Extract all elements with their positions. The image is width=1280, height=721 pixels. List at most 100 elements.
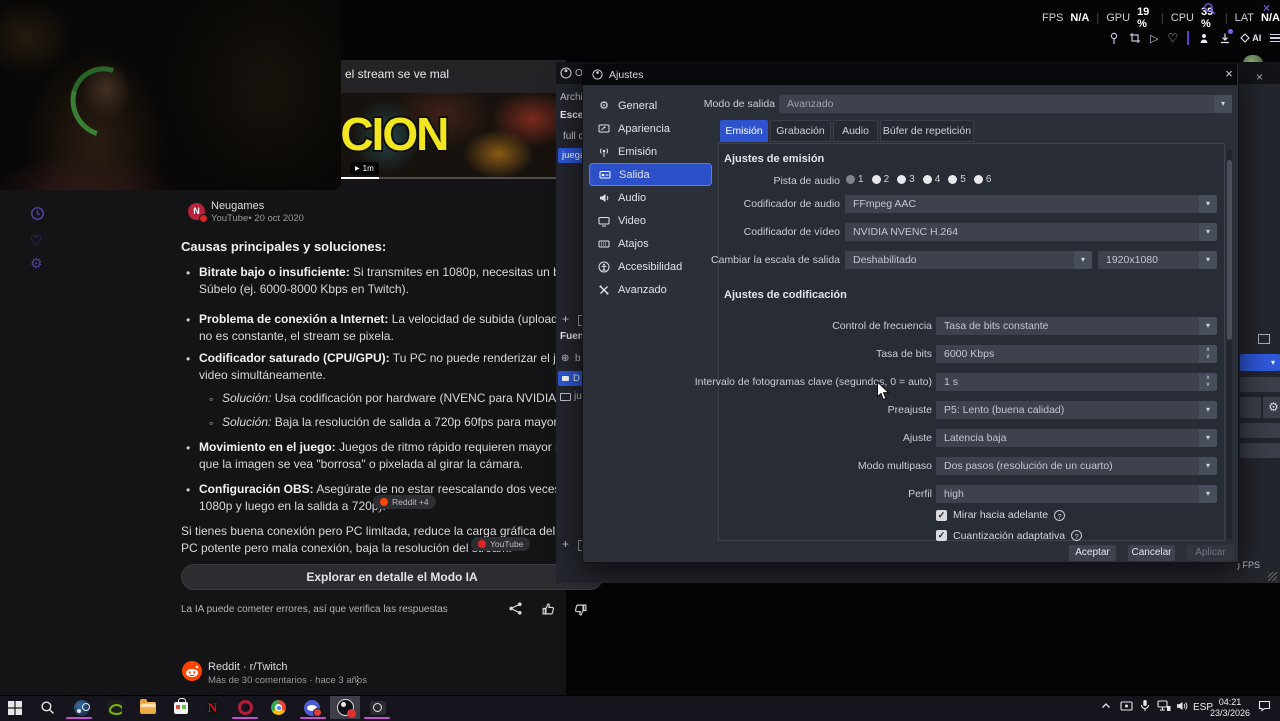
tray-network-icon[interactable]	[1157, 700, 1171, 712]
gx-close-icon[interactable]: ×	[1263, 1, 1270, 15]
taskbar-opera-gx-icon[interactable]	[237, 699, 254, 716]
settings-dialog-titlebar[interactable]: Ajustes	[582, 64, 1237, 85]
obs-exit-button[interactable]	[1240, 443, 1280, 458]
profile-select[interactable]: high ▾	[936, 485, 1217, 503]
tray-clock[interactable]: 04:21 23/3/2026	[1205, 697, 1255, 719]
multipass-select[interactable]: Dos pasos (resolución de un cuarto) ▾	[936, 457, 1217, 475]
pin-icon[interactable]	[1108, 32, 1120, 45]
taskbar-netflix-icon[interactable]: N	[204, 699, 221, 716]
lookahead-checkbox-row[interactable]: ✓ Mirar hacia adelante ?	[936, 509, 1066, 521]
nav-item-avanzado[interactable]: Avanzado	[589, 278, 712, 301]
gx-search-icon[interactable]	[1203, 2, 1216, 15]
keyframe-label: Intervalo de fotogramas clave (segundos,…	[694, 376, 932, 388]
obs-close-icon[interactable]: ×	[1256, 70, 1263, 84]
start-button[interactable]	[6, 699, 23, 716]
thumbs-up-icon[interactable]	[541, 601, 556, 616]
source-name[interactable]: Neugames	[211, 200, 411, 212]
dialog-scrollbar-thumb[interactable]	[1227, 160, 1232, 340]
favorites-heart-icon[interactable]: ♡	[30, 232, 43, 249]
cancel-button[interactable]: Cancelar	[1128, 545, 1175, 561]
audio-encoder-select[interactable]: FFmpeg AAC ▾	[845, 195, 1217, 213]
taskbar-chrome-icon[interactable]	[270, 699, 287, 716]
checkbox-checked-icon[interactable]: ✓	[936, 530, 947, 541]
radio-track-3[interactable]	[897, 175, 907, 184]
obs-dock-icon[interactable]	[1258, 334, 1270, 344]
rescale-select[interactable]: Deshabilitado ▾	[845, 251, 1092, 269]
preset-select[interactable]: P5: Lento (buena calidad) ▾	[936, 401, 1217, 419]
menu-icon[interactable]	[1270, 32, 1280, 45]
obs-studio-mode-button[interactable]	[1240, 397, 1261, 418]
settings-gear-icon[interactable]: ⚙	[30, 255, 43, 272]
source-avatar[interactable]: N	[188, 203, 208, 223]
video-progress-bar	[341, 177, 379, 179]
rescale-resolution-select[interactable]: 1920x1080 ▾	[1098, 251, 1217, 269]
share-icon[interactable]	[508, 601, 523, 616]
heart-icon[interactable]: ♡	[1167, 31, 1178, 45]
taskbar-obs-icon[interactable]	[337, 699, 356, 718]
tray-volume-icon[interactable]	[1176, 700, 1189, 712]
kebab-menu-icon[interactable]: ⋮	[352, 674, 363, 687]
tray-notifications-icon[interactable]	[1258, 700, 1271, 712]
capture-frame-icon[interactable]	[1129, 32, 1141, 44]
radio-track-5[interactable]	[948, 175, 958, 184]
tray-chevron-up-icon[interactable]	[1100, 700, 1112, 712]
video-thumbnail[interactable]: LUCION ▶ 1m	[341, 93, 566, 180]
spin-down-icon[interactable]: ∨	[1206, 382, 1210, 389]
tray-microphone-icon[interactable]	[1139, 699, 1151, 712]
history-clock-icon[interactable]	[30, 206, 45, 221]
reddit-result-title[interactable]: Reddit · r/Twitch	[208, 661, 378, 673]
reddit-citation-badge[interactable]: Reddit +4	[373, 495, 436, 509]
obs-start-streaming-button[interactable]: ▾	[1240, 354, 1280, 371]
profile-person-icon[interactable]	[1198, 32, 1210, 44]
obs-settings-gear-button[interactable]: ⚙	[1263, 397, 1280, 418]
accept-button[interactable]: Aceptar	[1069, 545, 1116, 561]
camera-icon	[562, 376, 569, 381]
dialog-scrollbar-track[interactable]	[1227, 150, 1232, 540]
taskbar-steam-icon[interactable]	[73, 699, 90, 716]
adaptive-quant-checkbox-row[interactable]: ✓ Cuantización adaptativa ?	[936, 530, 1083, 541]
radio-track-2[interactable]	[871, 175, 881, 184]
spin-up-icon[interactable]: ∧	[1206, 347, 1210, 354]
obs-add-source-button[interactable]: +	[562, 537, 569, 551]
rate-control-select[interactable]: Tasa de bits constante ▾	[936, 317, 1217, 335]
keyframe-spinner[interactable]: 1 s ∧ ∨	[936, 373, 1217, 391]
reddit-logo[interactable]	[182, 661, 202, 681]
obs-start-recording-button[interactable]	[1240, 377, 1280, 392]
spin-up-icon[interactable]: ∧	[1206, 375, 1210, 382]
thumbs-down-icon[interactable]	[573, 603, 588, 618]
tab-grabacion[interactable]: Grabación	[770, 120, 831, 142]
dialog-close-icon[interactable]: ×	[1222, 66, 1236, 82]
taskbar-nvidia-icon[interactable]	[106, 699, 123, 716]
nav-item-apariencia[interactable]: Apariencia	[589, 117, 712, 140]
tab-emision[interactable]: Emisión	[720, 120, 768, 142]
youtube-citation-badge[interactable]: YouTube	[471, 537, 531, 551]
taskbar-search-icon[interactable]	[39, 699, 56, 716]
radio-track-1[interactable]	[846, 175, 855, 184]
tuning-select[interactable]: Latencia baja ▾	[936, 429, 1217, 447]
play-icon[interactable]: ▷	[1150, 32, 1158, 45]
tab-audio[interactable]: Audio	[833, 120, 878, 142]
gx-ai-icon[interactable]: AI	[1240, 33, 1261, 43]
obs-settings-button[interactable]	[1240, 423, 1280, 438]
rate-control-label: Control de frecuencia	[832, 320, 932, 332]
nav-item-emision[interactable]: Emisión	[589, 140, 712, 163]
tab-bufer[interactable]: Búfer de repetición	[880, 120, 974, 142]
video-encoder-select[interactable]: NVIDIA NVENC H.264 ▾	[845, 223, 1217, 241]
explore-ai-mode-button[interactable]: Explorar en detalle el Modo IA	[181, 564, 603, 590]
radio-track-4[interactable]	[922, 175, 932, 184]
obs-resize-grip[interactable]	[1268, 572, 1277, 581]
radio-track-6[interactable]	[973, 175, 983, 184]
taskbar-explorer-icon[interactable]	[139, 698, 156, 716]
taskbar-store-icon[interactable]	[172, 697, 189, 716]
tray-cast-icon[interactable]	[1120, 700, 1133, 712]
taskbar-discord-icon[interactable]	[303, 699, 322, 717]
download-icon[interactable]	[1219, 29, 1234, 44]
obs-add-scene-button[interactable]: +	[562, 312, 569, 326]
preset-label: Preajuste	[887, 404, 932, 416]
spin-down-icon[interactable]: ∨	[1206, 354, 1210, 361]
taskbar-camera-icon[interactable]	[369, 699, 386, 716]
apply-button[interactable]: Aplicar	[1187, 545, 1234, 561]
checkbox-checked-icon[interactable]: ✓	[936, 509, 947, 521]
output-mode-select[interactable]: Avanzado ▾	[779, 95, 1232, 113]
bitrate-spinner[interactable]: 6000 Kbps ∧ ∨	[936, 345, 1217, 363]
